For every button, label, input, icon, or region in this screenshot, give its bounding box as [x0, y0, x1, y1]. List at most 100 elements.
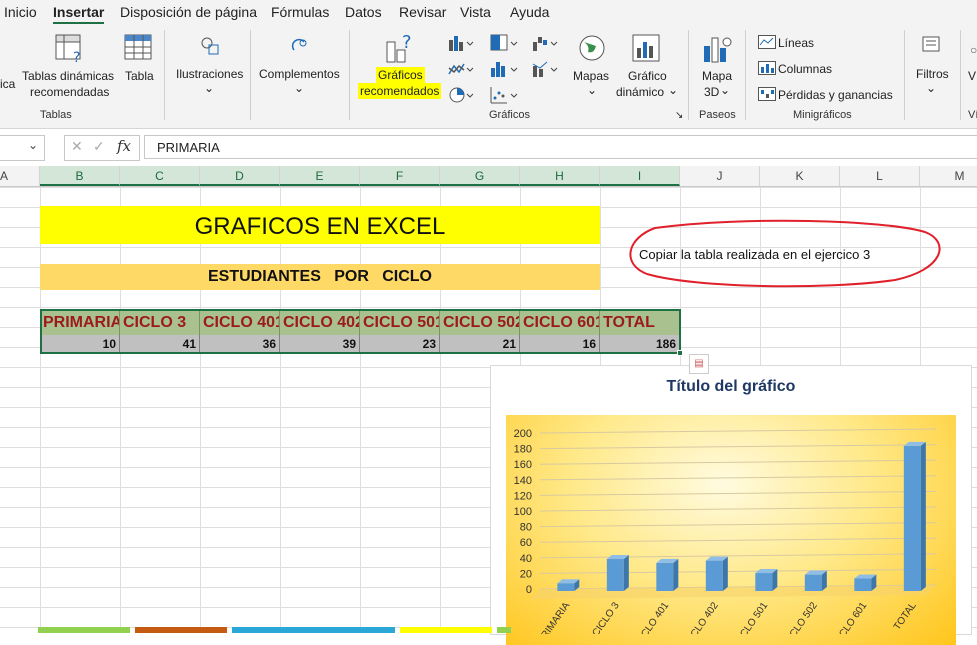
column-header-k[interactable]: K: [760, 166, 840, 186]
column-header-a[interactable]: A: [0, 166, 40, 186]
sparkline-column-icon[interactable]: [758, 61, 776, 80]
ribbon: ica ? Tablas dinámicas recomendadas Tabl…: [0, 24, 977, 129]
partial-icon[interactable]: ○: [970, 42, 977, 58]
enter-icon[interactable]: ✓: [93, 138, 105, 155]
bar: [755, 573, 773, 591]
ribbon-separator: [250, 30, 251, 120]
column-header-h[interactable]: H: [520, 166, 600, 186]
hierarchy-chart-icon[interactable]: [490, 34, 520, 57]
instruction-note[interactable]: Copiar la tabla realizada en el ejercico…: [639, 247, 870, 262]
recommended-charts-label-2[interactable]: recomendados: [358, 83, 442, 99]
column-header-g[interactable]: G: [440, 166, 520, 186]
sparkline-columns-label[interactable]: Columnas: [778, 61, 832, 77]
column-header-l[interactable]: L: [840, 166, 920, 186]
filters-icon[interactable]: [922, 36, 942, 61]
sparkline-lines-label[interactable]: Líneas: [778, 35, 814, 51]
name-box[interactable]: ⌄: [0, 135, 45, 161]
tab-revisar[interactable]: Revisar: [399, 4, 446, 20]
chevron-down-icon[interactable]: ⌄: [294, 80, 304, 96]
tab-inicio[interactable]: Inicio: [4, 4, 37, 20]
gridline: [539, 506, 937, 512]
stat-chart-icon[interactable]: [490, 60, 520, 83]
chevron-down-icon[interactable]: ⌄: [720, 82, 730, 98]
column-header-b[interactable]: B: [40, 166, 120, 186]
insert-function-icon[interactable]: fx: [117, 137, 131, 155]
y-tick-label: 120: [514, 490, 532, 502]
column-header-c[interactable]: C: [120, 166, 200, 186]
cancel-icon[interactable]: ✕: [71, 138, 83, 155]
svg-text:?: ?: [73, 50, 80, 64]
column-header-j[interactable]: J: [680, 166, 760, 186]
tab-formulas[interactable]: Fórmulas: [271, 4, 329, 20]
ribbon-separator: [688, 30, 689, 120]
sheet-tab[interactable]: [135, 627, 227, 633]
chart-title[interactable]: Título del gráfico: [491, 378, 971, 396]
column-header-d[interactable]: D: [200, 166, 280, 186]
chevron-down-icon[interactable]: ⌄: [204, 80, 214, 96]
group-paseos: Paseos: [699, 109, 736, 121]
map3d-label-2[interactable]: 3D: [704, 84, 719, 100]
gridline: [539, 459, 937, 465]
ribbon-separator: [164, 30, 165, 120]
map-3d-icon[interactable]: [702, 34, 732, 69]
column-header-m[interactable]: M: [920, 166, 977, 186]
bar-side: [722, 556, 728, 591]
dialog-launcher-icon[interactable]: ↘: [675, 108, 683, 124]
line-chart-icon[interactable]: [448, 60, 474, 83]
sheet-tab[interactable]: [497, 627, 511, 633]
tab-disposicion[interactable]: Disposición de página: [120, 4, 257, 20]
pivot-label[interactable]: Tablas dinámicas: [22, 68, 114, 84]
sparkline-line-icon[interactable]: [758, 35, 776, 54]
sparkline-winloss-label[interactable]: Pérdidas y ganancias: [778, 87, 893, 103]
tab-ayuda[interactable]: Ayuda: [510, 4, 549, 20]
formula-controls: ✕ ✓ fx: [64, 135, 140, 161]
illustrations-icon[interactable]: [200, 36, 222, 63]
chevron-down-icon[interactable]: ⌄: [28, 138, 38, 152]
paste-options-icon[interactable]: ▤: [689, 354, 709, 374]
y-tick-label: 140: [514, 475, 532, 487]
pivot-chart-label[interactable]: Gráfico: [628, 68, 667, 84]
chevron-down-icon[interactable]: ⌄: [668, 82, 678, 98]
plot-area[interactable]: 0 20 40 60 80 100 120 140 160 180 200 PRIMARIA CICLO…: [506, 415, 956, 645]
combo-chart-icon[interactable]: [532, 60, 560, 83]
waterfall-chart-icon[interactable]: [532, 34, 560, 57]
sheet-tab[interactable]: [38, 627, 130, 633]
recommended-charts-icon[interactable]: ?: [385, 32, 417, 69]
bar: [705, 560, 723, 591]
pivot-table-icon[interactable]: ?: [55, 34, 85, 69]
sheet-tab[interactable]: [232, 627, 395, 633]
tab-vista[interactable]: Vista: [460, 4, 491, 20]
chevron-down-icon[interactable]: ⌄: [926, 80, 936, 96]
column-header-i[interactable]: I: [600, 166, 680, 186]
pivot-label-2[interactable]: recomendadas: [30, 84, 109, 100]
addins-icon[interactable]: [290, 36, 312, 63]
sheet-tab[interactable]: [400, 627, 492, 633]
chevron-down-icon[interactable]: ⌄: [587, 82, 597, 98]
partial-button-label[interactable]: ica: [0, 76, 15, 92]
sparkline-winloss-icon[interactable]: [758, 87, 776, 106]
recommended-charts-label[interactable]: Gráficos: [376, 67, 425, 83]
formula-input[interactable]: PRIMARIA: [144, 135, 977, 159]
fill-handle[interactable]: [677, 350, 683, 356]
ribbon-separator: [904, 30, 905, 120]
partial-button-v[interactable]: V: [968, 68, 976, 84]
bar-side: [673, 558, 679, 591]
column-header-f[interactable]: F: [360, 166, 440, 186]
scatter-chart-icon[interactable]: [490, 86, 520, 109]
chart-area[interactable]: ▤ Título del gráfico 0 20 40 60 80 100 120 140 1…: [490, 354, 972, 645]
tab-datos[interactable]: Datos: [345, 4, 382, 20]
table-label[interactable]: Tabla: [125, 68, 154, 84]
table-icon[interactable]: [124, 34, 154, 69]
y-tick-label: 60: [520, 537, 532, 549]
tab-insertar[interactable]: Insertar: [53, 4, 105, 25]
pivot-chart-icon[interactable]: [632, 34, 662, 69]
pie-chart-icon[interactable]: [448, 86, 474, 109]
column-header-e[interactable]: E: [280, 166, 360, 186]
column-chart-icon[interactable]: [448, 34, 474, 57]
bar-side: [623, 555, 629, 591]
globe-icon[interactable]: [578, 34, 606, 67]
sheet-subtitle[interactable]: ESTUDIANTES POR CICLO: [40, 264, 600, 290]
sheet-title[interactable]: GRAFICOS EN EXCEL: [40, 206, 600, 244]
ribbon-tabs: Inicio Insertar Disposición de página Fó…: [0, 0, 977, 25]
pivot-chart-label-2[interactable]: dinámico: [616, 84, 664, 100]
